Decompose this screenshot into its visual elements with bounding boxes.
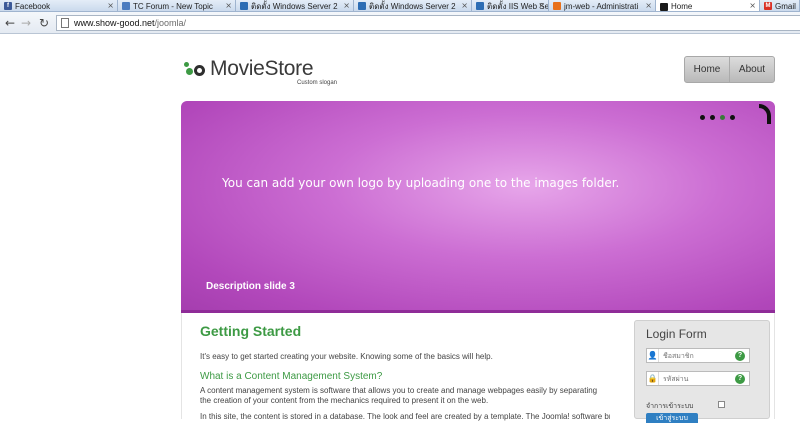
site-icon	[358, 2, 366, 10]
joomla-icon	[553, 2, 561, 10]
login-form: Login Form 👤 ? 🔒 ? จำการเข้าระบบ เข้าสู่…	[634, 320, 770, 423]
slideshow[interactable]: You can add your own logo by uploading o…	[181, 101, 775, 313]
slide-dot[interactable]	[700, 115, 705, 120]
article-intro: It's easy to get started creating your w…	[200, 352, 493, 361]
browser-tab-label: Home	[671, 2, 693, 11]
logo-title: MovieStore	[210, 57, 314, 80]
web-page: MovieStore Custom slogan Home About You …	[0, 35, 800, 423]
slide-dot[interactable]	[730, 115, 735, 120]
slide-description: Description slide 3	[206, 281, 295, 292]
password-help-icon[interactable]: ?	[735, 373, 745, 384]
forward-button[interactable]: →	[19, 15, 33, 31]
article-body: A content management system is software …	[200, 386, 598, 405]
username-field[interactable]: 👤 ?	[646, 348, 750, 363]
login-button[interactable]: เข้าสู่ระบบ	[646, 413, 698, 423]
tab-close-icon[interactable]: ×	[538, 0, 545, 11]
facebook-icon: f	[4, 2, 12, 10]
browser-toolbar: ← → ↻ www.show-good.net/joomla/	[0, 12, 800, 34]
tab-close-icon[interactable]: ×	[749, 0, 756, 11]
site-icon	[476, 2, 484, 10]
article-subtitle: What is a Content Management System?	[200, 371, 383, 382]
slide-caption: You can add your own logo by uploading o…	[222, 176, 620, 190]
address-bar[interactable]: www.show-good.net/joomla/	[56, 15, 800, 31]
reload-button[interactable]: ↻	[37, 15, 51, 31]
tab-close-icon[interactable]: ×	[461, 0, 468, 11]
browser-tab[interactable]: Home ×	[656, 0, 760, 11]
url-host: www.show-good.net	[74, 18, 155, 28]
browser-tab-label: jm-web - Administrati	[564, 1, 639, 11]
browser-tab-label: Gmail	[775, 1, 796, 11]
nav-about[interactable]: About	[729, 57, 774, 82]
tab-close-icon[interactable]: ×	[343, 0, 350, 11]
back-button[interactable]: ←	[3, 15, 17, 31]
forum-icon	[122, 2, 130, 10]
browser-tab-strip: f Facebook × TC Forum - New Topic × ติดตั้ง W…	[0, 0, 800, 12]
password-input[interactable]	[659, 374, 727, 383]
browser-tab[interactable]: jm-web - Administrati ×	[549, 0, 656, 11]
nav-home[interactable]: Home	[685, 57, 729, 82]
site-logo[interactable]: MovieStore	[184, 57, 314, 81]
logo-dots-icon	[184, 60, 208, 78]
browser-tab[interactable]: ติดตั้ง IIS Web Server แต่×	[472, 0, 549, 11]
gmail-icon: M	[764, 2, 772, 10]
article-more: In this site, the content is stored in a…	[200, 412, 610, 421]
browser-tab[interactable]: ติดตั้ง Windows Server 2 ×	[236, 0, 354, 11]
login-title: Login Form	[646, 327, 707, 341]
url-text: www.show-good.net/joomla/	[74, 18, 186, 28]
slide-dot[interactable]	[720, 115, 725, 120]
page-icon	[61, 18, 69, 28]
browser-tab-label: ติดตั้ง Windows Server 2	[251, 1, 338, 11]
slide-corner-icon	[759, 104, 771, 124]
username-help-icon[interactable]: ?	[735, 350, 745, 361]
username-input[interactable]	[659, 351, 727, 360]
remember-me-checkbox[interactable]	[718, 401, 725, 408]
browser-tab-label: Facebook	[15, 1, 51, 11]
tab-close-icon[interactable]: ×	[225, 0, 232, 11]
slide-pagination	[700, 115, 735, 120]
article-title[interactable]: Getting Started	[200, 323, 301, 339]
browser-tab-label: TC Forum - New Topic	[133, 1, 213, 11]
lock-icon: 🔒	[647, 372, 659, 385]
tab-close-icon[interactable]: ×	[645, 0, 652, 11]
site-slogan: Custom slogan	[297, 80, 338, 86]
user-icon: 👤	[647, 349, 659, 362]
browser-tab[interactable]: M Gmail	[760, 0, 800, 11]
joomla-icon	[660, 2, 668, 11]
site-icon	[240, 2, 248, 10]
slide-dot[interactable]	[710, 115, 715, 120]
browser-tab-label: ติดตั้ง Windows Server 2	[369, 1, 456, 11]
tab-close-icon[interactable]: ×	[107, 0, 114, 11]
url-path: /joomla/	[154, 18, 187, 28]
top-navigation: Home About	[684, 56, 775, 83]
password-field[interactable]: 🔒 ?	[646, 371, 750, 386]
browser-tab[interactable]: f Facebook ×	[0, 0, 118, 11]
remember-me-label: จำการเข้าระบบ	[646, 402, 694, 410]
browser-tab[interactable]: ติดตั้ง Windows Server 2 ×	[354, 0, 472, 11]
browser-tab[interactable]: TC Forum - New Topic ×	[118, 0, 236, 11]
